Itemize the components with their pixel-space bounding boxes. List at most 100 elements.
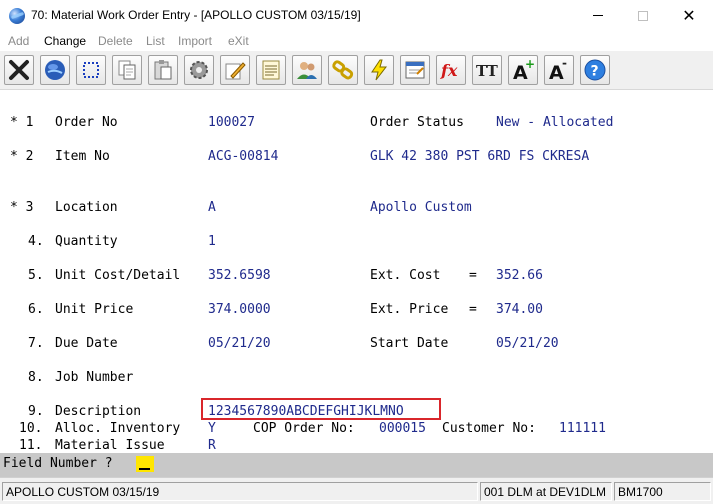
close-x-icon [9, 60, 29, 80]
status-session: 001 DLM at DEV1DLM [480, 482, 612, 501]
field-8-marker: 8. [28, 370, 44, 385]
status-company: APOLLO CUSTOM 03/15/19 [2, 482, 478, 501]
toolbar-run-button[interactable] [364, 55, 394, 85]
toolbar-globe-button[interactable] [40, 55, 70, 85]
close-icon: ✕ [682, 5, 696, 25]
toolbar-users-button[interactable] [292, 55, 322, 85]
ext-cost-equals: = [469, 268, 477, 283]
customer-no-label: Customer No: [442, 421, 536, 436]
start-date-label: Start Date [370, 336, 449, 351]
item-description: GLK 42 380 PST 6RD FS CKRESA [370, 149, 590, 164]
title-bar: 70: Material Work Order Entry - [APOLLO … [0, 0, 713, 31]
toolbar-edit-button[interactable] [220, 55, 250, 85]
field-6-marker: 6. [28, 302, 44, 317]
due-date-label: Due Date [55, 336, 118, 351]
field-11-marker: 11. [19, 438, 43, 453]
cop-order-label: COP Order No: [253, 421, 355, 436]
status-code: BM1700 [614, 482, 711, 501]
window-form-icon [405, 61, 425, 79]
field-7-marker: 7. [28, 336, 44, 351]
toolbar-select-button[interactable] [76, 55, 106, 85]
menu-bar: Add Change Delete List Import eXit [0, 31, 713, 51]
command-prompt: Field Number ? [0, 453, 713, 477]
toolbar-paste-button[interactable] [148, 55, 178, 85]
start-date-value: 05/21/20 [496, 336, 559, 351]
field-number-prompt: Field Number ? [3, 456, 113, 471]
lightning-icon [371, 59, 388, 81]
field-9-marker: 9. [28, 404, 44, 419]
alloc-inventory-label: Alloc. Inventory [55, 421, 181, 436]
edit-pencil-icon [225, 62, 246, 80]
app-globe-icon [9, 8, 25, 24]
maximize-button[interactable] [620, 0, 666, 31]
toolbar-copy-button[interactable] [112, 55, 142, 85]
select-dotted-icon [83, 62, 99, 78]
toolbar-exit-button[interactable] [4, 55, 34, 85]
menu-list[interactable]: List [146, 34, 165, 48]
copy-icon [118, 60, 136, 80]
ext-price-value: 374.00 [496, 302, 543, 317]
toolbar-link-button[interactable] [328, 55, 358, 85]
toolbar-font-decrease-button[interactable]: A- [544, 55, 574, 85]
due-date-value: 05/21/20 [208, 336, 271, 351]
order-no-label: Order No [55, 115, 118, 130]
minimize-icon [593, 15, 603, 16]
order-no-value: 100027 [208, 115, 255, 130]
gear-icon [190, 61, 208, 79]
toolbar: fx TT A + A- ? [0, 51, 713, 90]
close-button[interactable]: ✕ [666, 0, 712, 31]
field-5-marker: 5. [28, 268, 44, 283]
svg-text:?: ? [591, 64, 599, 80]
toolbar-font-increase-button[interactable]: A + [508, 55, 538, 85]
status-bar: APOLLO CUSTOM 03/15/19 001 DLM at DEV1DL… [0, 477, 713, 504]
toolbar-text-style-button[interactable]: TT [472, 55, 502, 85]
order-status-value: New - Allocated [496, 115, 614, 130]
toolbar-form-button[interactable] [400, 55, 430, 85]
field-1-marker: * 1 [10, 115, 34, 130]
svg-text:fx: fx [440, 61, 458, 80]
minimize-button[interactable] [575, 0, 621, 31]
customer-no-value: 111111 [559, 421, 606, 436]
toolbar-help-button[interactable]: ? [580, 55, 610, 85]
notes-icon [262, 60, 280, 80]
location-value: A [208, 200, 216, 215]
location-label: Location [55, 200, 118, 215]
maximize-icon [638, 10, 648, 21]
description-label: Description [55, 404, 142, 419]
globe-icon [45, 60, 65, 80]
menu-import[interactable]: Import [178, 34, 212, 48]
quantity-label: Quantity [55, 234, 118, 249]
cop-order-value: 000015 [379, 421, 426, 436]
unit-price-value: 374.0000 [208, 302, 271, 317]
ext-cost-value: 352.66 [496, 268, 543, 283]
order-status-label: Order Status [370, 115, 464, 130]
quantity-value: 1 [208, 234, 216, 249]
paste-icon [154, 60, 172, 80]
menu-change[interactable]: Change [44, 34, 86, 48]
font-decrease-icon: A- [549, 58, 567, 82]
menu-delete[interactable]: Delete [98, 34, 133, 48]
menu-exit[interactable]: eXit [228, 34, 249, 48]
users-icon [297, 62, 317, 79]
help-icon: ? [584, 59, 606, 81]
material-issue-value: R [208, 438, 216, 453]
ext-price-label: Ext. Price [370, 302, 449, 317]
field-10-marker: 10. [19, 421, 43, 436]
chain-link-icon [332, 60, 354, 80]
input-cursor[interactable] [136, 456, 154, 472]
text-style-icon: TT [476, 62, 499, 80]
svg-text:+: + [525, 58, 535, 71]
font-increase-icon: A+ [513, 58, 535, 82]
field-2-marker: * 2 [10, 149, 34, 164]
material-issue-label: Material Issue [55, 438, 165, 453]
toolbar-function-button[interactable]: fx [436, 55, 466, 85]
function-fx-icon: fx [440, 61, 458, 80]
toolbar-notes-button[interactable] [256, 55, 286, 85]
window-title: 70: Material Work Order Entry - [APOLLO … [31, 8, 361, 22]
field-4-marker: 4. [28, 234, 44, 249]
unit-cost-label: Unit Cost/Detail [55, 268, 181, 283]
job-number-label: Job Number [55, 370, 134, 385]
description-value[interactable]: 1234567890ABCDEFGHIJKLMNO [208, 404, 404, 419]
toolbar-settings-button[interactable] [184, 55, 214, 85]
menu-add[interactable]: Add [8, 34, 29, 48]
